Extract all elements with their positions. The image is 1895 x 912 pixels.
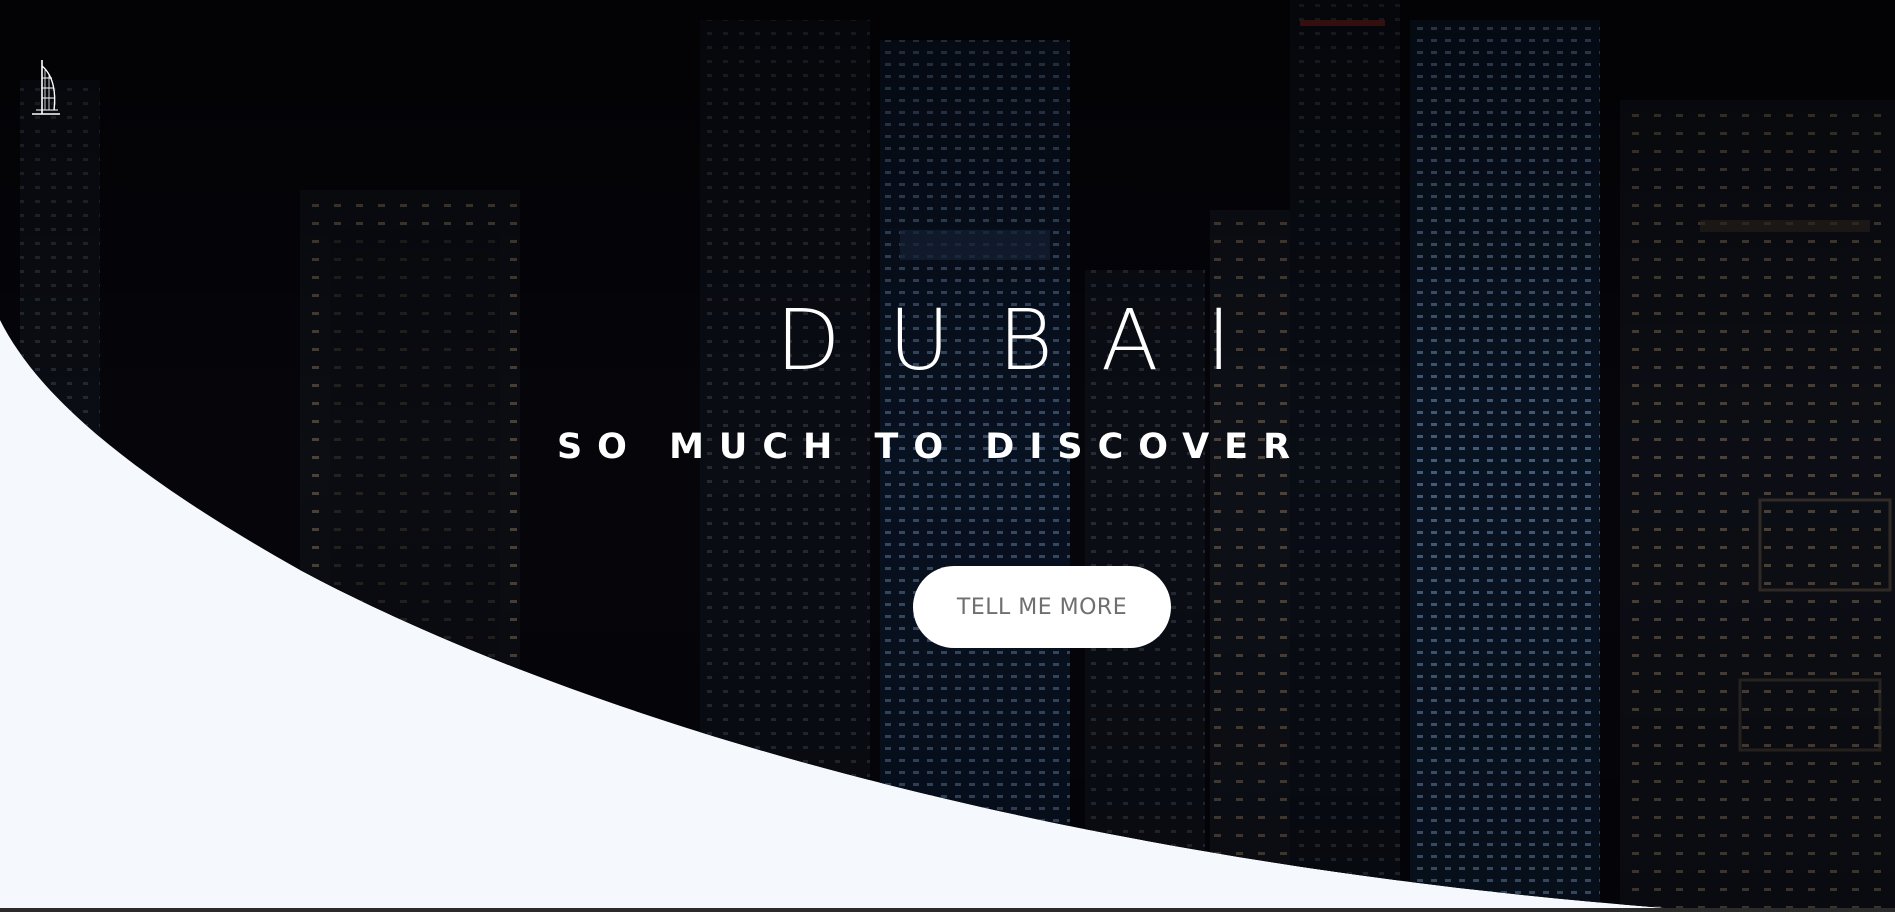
hero-title: DUBAI bbox=[775, 291, 1280, 389]
burj-al-arab-icon[interactable] bbox=[28, 58, 64, 116]
bottom-divider bbox=[0, 908, 1895, 912]
landing-page: DUBAI SO MUCH TO DISCOVER TELL ME MORE bbox=[0, 0, 1895, 912]
hero-subtitle: SO MUCH TO DISCOVER bbox=[556, 427, 1306, 467]
tell-me-more-button[interactable]: TELL ME MORE bbox=[913, 566, 1171, 648]
